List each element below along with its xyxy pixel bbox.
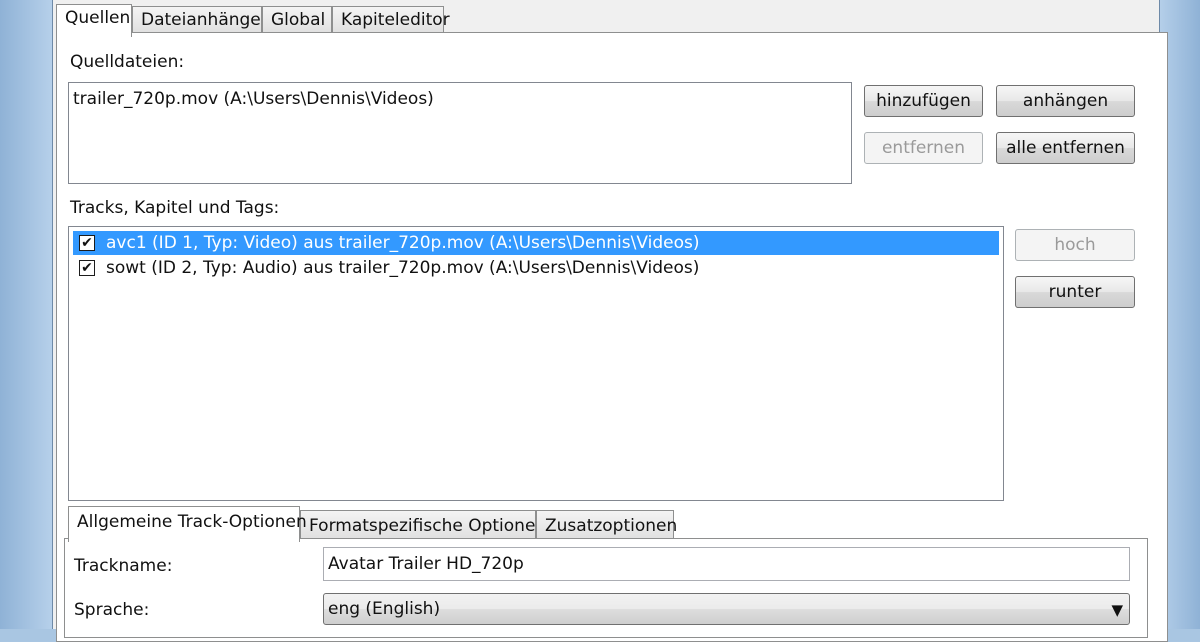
tab-kapiteleditor[interactable]: Kapiteleditor (332, 6, 450, 34)
language-select[interactable]: eng (English) ▼ (323, 593, 1130, 625)
tracks-list[interactable]: ✔ avc1 (ID 1, Typ: Video) aus trailer_72… (68, 226, 1004, 501)
tab-quellen[interactable]: Quellen (56, 4, 132, 37)
checkbox-check-icon[interactable]: ✔ (79, 260, 95, 276)
triangle-down-icon: ▼ (1111, 601, 1123, 619)
checkbox-check-icon[interactable]: ✔ (79, 235, 95, 251)
source-files-list[interactable]: trailer_720p.mov (A:\Users\Dennis\Videos… (68, 82, 852, 184)
tracks-label: Tracks, Kapitel und Tags: (70, 198, 280, 218)
add-button[interactable]: hinzufügen (864, 85, 983, 117)
tab-formatspezifische-optionen[interactable]: Formatspezifische Optionen (300, 510, 546, 540)
list-item[interactable]: trailer_720p.mov (A:\Users\Dennis\Videos… (73, 87, 434, 111)
source-files-label: Quelldateien: (70, 52, 185, 72)
trackname-input[interactable]: Avatar Trailer HD_720p (323, 547, 1130, 581)
track-row-audio[interactable]: ✔ sowt (ID 2, Typ: Audio) aus trailer_72… (73, 256, 999, 280)
track-row-video[interactable]: ✔ avc1 (ID 1, Typ: Video) aus trailer_72… (73, 231, 999, 255)
tab-dateianhaenge[interactable]: Dateianhänge (132, 6, 262, 34)
tab-allgemeine-track-optionen[interactable]: Allgemeine Track-Optionen (68, 506, 307, 542)
move-down-button[interactable]: runter (1015, 276, 1135, 308)
tab-global[interactable]: Global (262, 6, 332, 34)
append-button[interactable]: anhängen (996, 85, 1135, 117)
tab-zusatzoptionen[interactable]: Zusatzoptionen (536, 510, 677, 540)
trackname-label: Trackname: (74, 556, 173, 576)
move-up-button[interactable]: hoch (1015, 229, 1135, 261)
remove-button[interactable]: entfernen (864, 132, 983, 164)
window-frame-left (0, 0, 52, 629)
remove-all-button[interactable]: alle entfernen (996, 132, 1135, 164)
language-label: Sprache: (74, 600, 150, 620)
